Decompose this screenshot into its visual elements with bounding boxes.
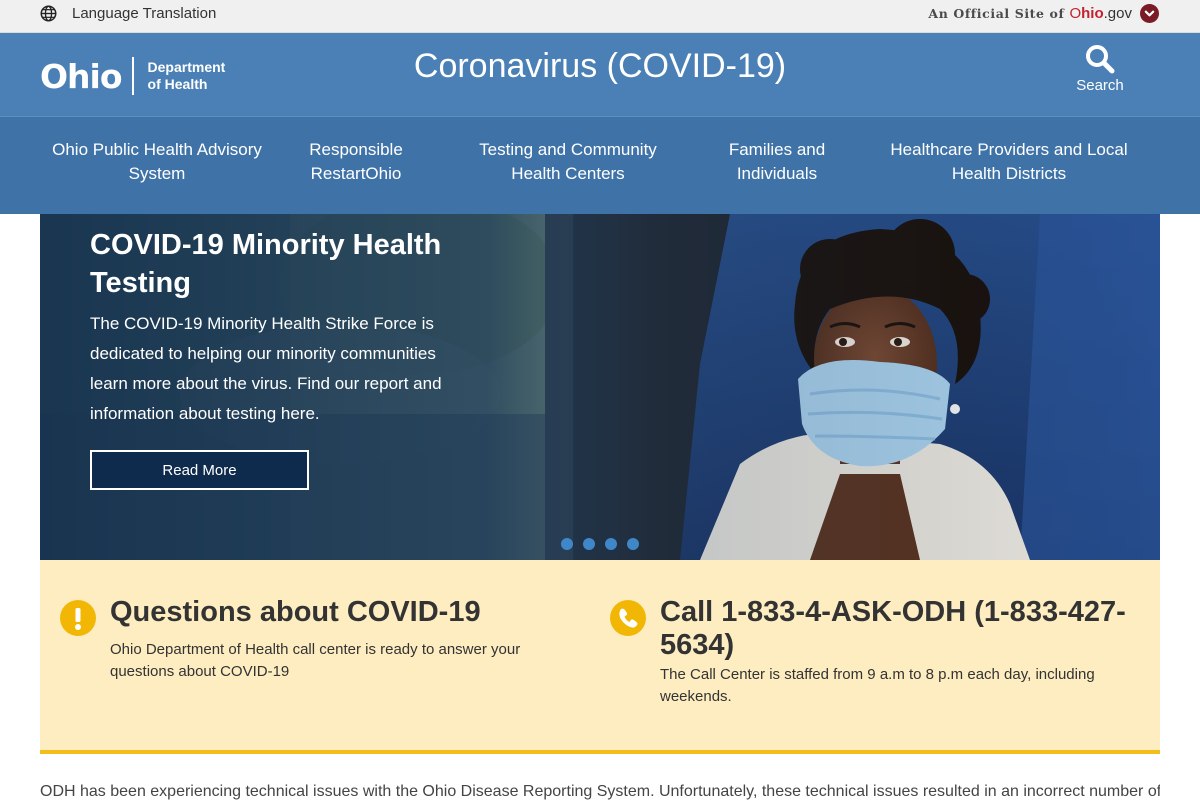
logo-dept-line1: Department xyxy=(147,59,226,75)
nav-label-line2: Health Centers xyxy=(511,164,625,183)
ohio-gov-hio: hio xyxy=(1081,5,1104,22)
ohio-gov-o: O xyxy=(1069,5,1082,22)
nav-label-line1: Families and xyxy=(728,140,826,159)
logo-divider xyxy=(131,57,134,95)
chevron-down-icon xyxy=(1144,10,1155,17)
carousel-dot-3[interactable] xyxy=(605,538,617,550)
nav-item-healthcare-providers[interactable]: Healthcare Providers and Local Health Di… xyxy=(880,138,1138,186)
hero-title-line1: COVID-19 Minority Health xyxy=(90,229,442,261)
nav-label-line2: System xyxy=(128,164,186,183)
ohio-gov-logo: Ohio.gov xyxy=(1069,5,1132,22)
nav-label-line2: RestartOhio xyxy=(310,164,402,183)
official-site-toggle-button[interactable] xyxy=(1140,4,1159,23)
phone-icon xyxy=(610,600,646,636)
ohio-gov-suffix: .gov xyxy=(1103,5,1132,22)
nav-item-responsible-restart[interactable]: Responsible RestartOhio xyxy=(286,138,426,186)
hero-title: COVID-19 Minority Health Testing xyxy=(90,226,490,302)
nav-label-line2: Health Districts xyxy=(951,164,1067,183)
nav-label-line1: Testing and Community xyxy=(479,140,657,159)
questions-heading: Questions about COVID-19 xyxy=(110,596,481,628)
nav-label-line2: Individuals xyxy=(736,164,818,183)
nav-item-families[interactable]: Families and Individuals xyxy=(712,138,842,186)
odh-logo-link[interactable]: Ohio Department of Health xyxy=(40,57,225,95)
nav-item-testing-community[interactable]: Testing and Community Health Centers xyxy=(458,138,678,186)
exclamation-icon xyxy=(60,600,96,636)
questions-text: Ohio Department of Health call center is… xyxy=(110,641,521,680)
site-title-link[interactable]: Coronavirus (COVID-19) xyxy=(414,47,786,85)
hero-description: The COVID-19 Minority Health Strike Forc… xyxy=(90,314,442,423)
carousel-dot-2[interactable] xyxy=(583,538,595,550)
contact-info-band: Questions about COVID-19 Ohio Department… xyxy=(40,560,1160,754)
official-site-banner: An Official Site of Ohio.gov xyxy=(928,4,1159,23)
search-icon xyxy=(1086,45,1115,74)
logo-dept-line2: of Health xyxy=(147,76,208,92)
carousel-indicators xyxy=(561,538,649,550)
site-header: Ohio Department of Health Coronavirus (C… xyxy=(0,33,1200,116)
call-center-heading[interactable]: Call 1-833-4-ASK-ODH (1-833-427-5634) xyxy=(660,596,1130,662)
search-button[interactable]: Search xyxy=(1070,43,1130,94)
logo-ohio-word: Ohio xyxy=(40,56,123,96)
language-translation-link[interactable]: Language Translation xyxy=(40,5,216,22)
nav-label-line1: Ohio Public Health Advisory xyxy=(52,140,262,159)
read-more-button[interactable]: Read More xyxy=(90,450,309,490)
nav-label-line1: Healthcare Providers and Local xyxy=(890,140,1128,159)
carousel-dot-1[interactable] xyxy=(561,538,573,550)
globe-icon xyxy=(40,5,57,22)
official-site-text: An Official Site of xyxy=(928,6,1065,21)
language-translation-label: Language Translation xyxy=(72,5,217,22)
logo-department-text: Department of Health xyxy=(148,59,226,93)
nav-item-public-health-advisory[interactable]: Ohio Public Health Advisory System xyxy=(40,138,274,186)
top-utility-bar: Language Translation An Official Site of… xyxy=(0,0,1200,33)
technical-issues-notice: ODH has been experiencing technical issu… xyxy=(40,783,1160,800)
hero-carousel: COVID-19 Minority Health Testing The COV… xyxy=(40,214,1160,560)
call-center-text: The Call Center is staffed from 9 a.m to… xyxy=(660,666,1095,705)
hero-title-line2: Testing xyxy=(90,267,191,299)
nav-label-line1: Responsible xyxy=(309,140,403,159)
carousel-dot-4[interactable] xyxy=(627,538,639,550)
main-navigation: Ohio Public Health Advisory System Respo… xyxy=(0,116,1200,214)
search-label: Search xyxy=(1076,77,1124,94)
